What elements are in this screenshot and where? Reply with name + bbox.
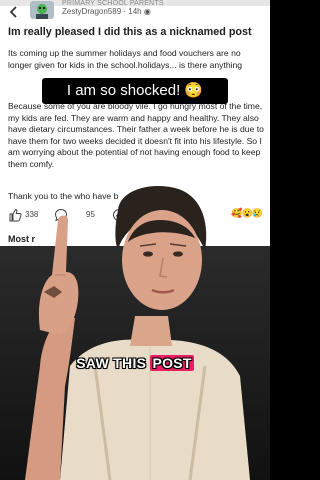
- comments-sort-label[interactable]: Most r: [8, 234, 35, 244]
- subtitle-main: SAW THIS: [76, 355, 151, 371]
- subtitle-highlight: POST: [150, 355, 194, 371]
- post-paragraph-2: Because some of you are bloody vile. I g…: [8, 101, 264, 169]
- video-subtitle: SAW THIS POST: [0, 355, 270, 371]
- post-meta: ZestyDragon589 · 14h ◉: [62, 7, 151, 16]
- globe-icon: ◉: [143, 7, 151, 16]
- like-count: 338: [25, 210, 39, 219]
- post-title: Im really pleased I did this as a nickna…: [8, 26, 252, 38]
- reactions-row: 338 95 🥰😮😢: [8, 208, 264, 222]
- post-header: PRIMARY SCHOOL PARENTS ZestyDragon589 · …: [0, 0, 270, 24]
- caption-banner: I am so shocked! 😳: [42, 78, 228, 104]
- comment-count: 95: [86, 210, 95, 219]
- group-name[interactable]: PRIMARY SCHOOL PARENTS: [62, 0, 164, 7]
- post-screenshot: PRIMARY SCHOOL PARENTS ZestyDragon589 · …: [0, 0, 270, 250]
- post-paragraph-3: Thank you to the who have b: [8, 191, 119, 201]
- avatar[interactable]: [30, 1, 54, 19]
- like-icon[interactable]: [8, 208, 22, 222]
- back-arrow-icon[interactable]: [6, 4, 22, 20]
- share-icon[interactable]: [112, 208, 126, 222]
- comment-icon[interactable]: [54, 208, 68, 222]
- post-time: 14h: [128, 7, 142, 16]
- reaction-emojis[interactable]: 🥰😮😢: [231, 208, 263, 219]
- author-name[interactable]: ZestyDragon589: [62, 7, 121, 16]
- post-paragraph-1: Its coming up the summer holidays and fo…: [8, 48, 243, 70]
